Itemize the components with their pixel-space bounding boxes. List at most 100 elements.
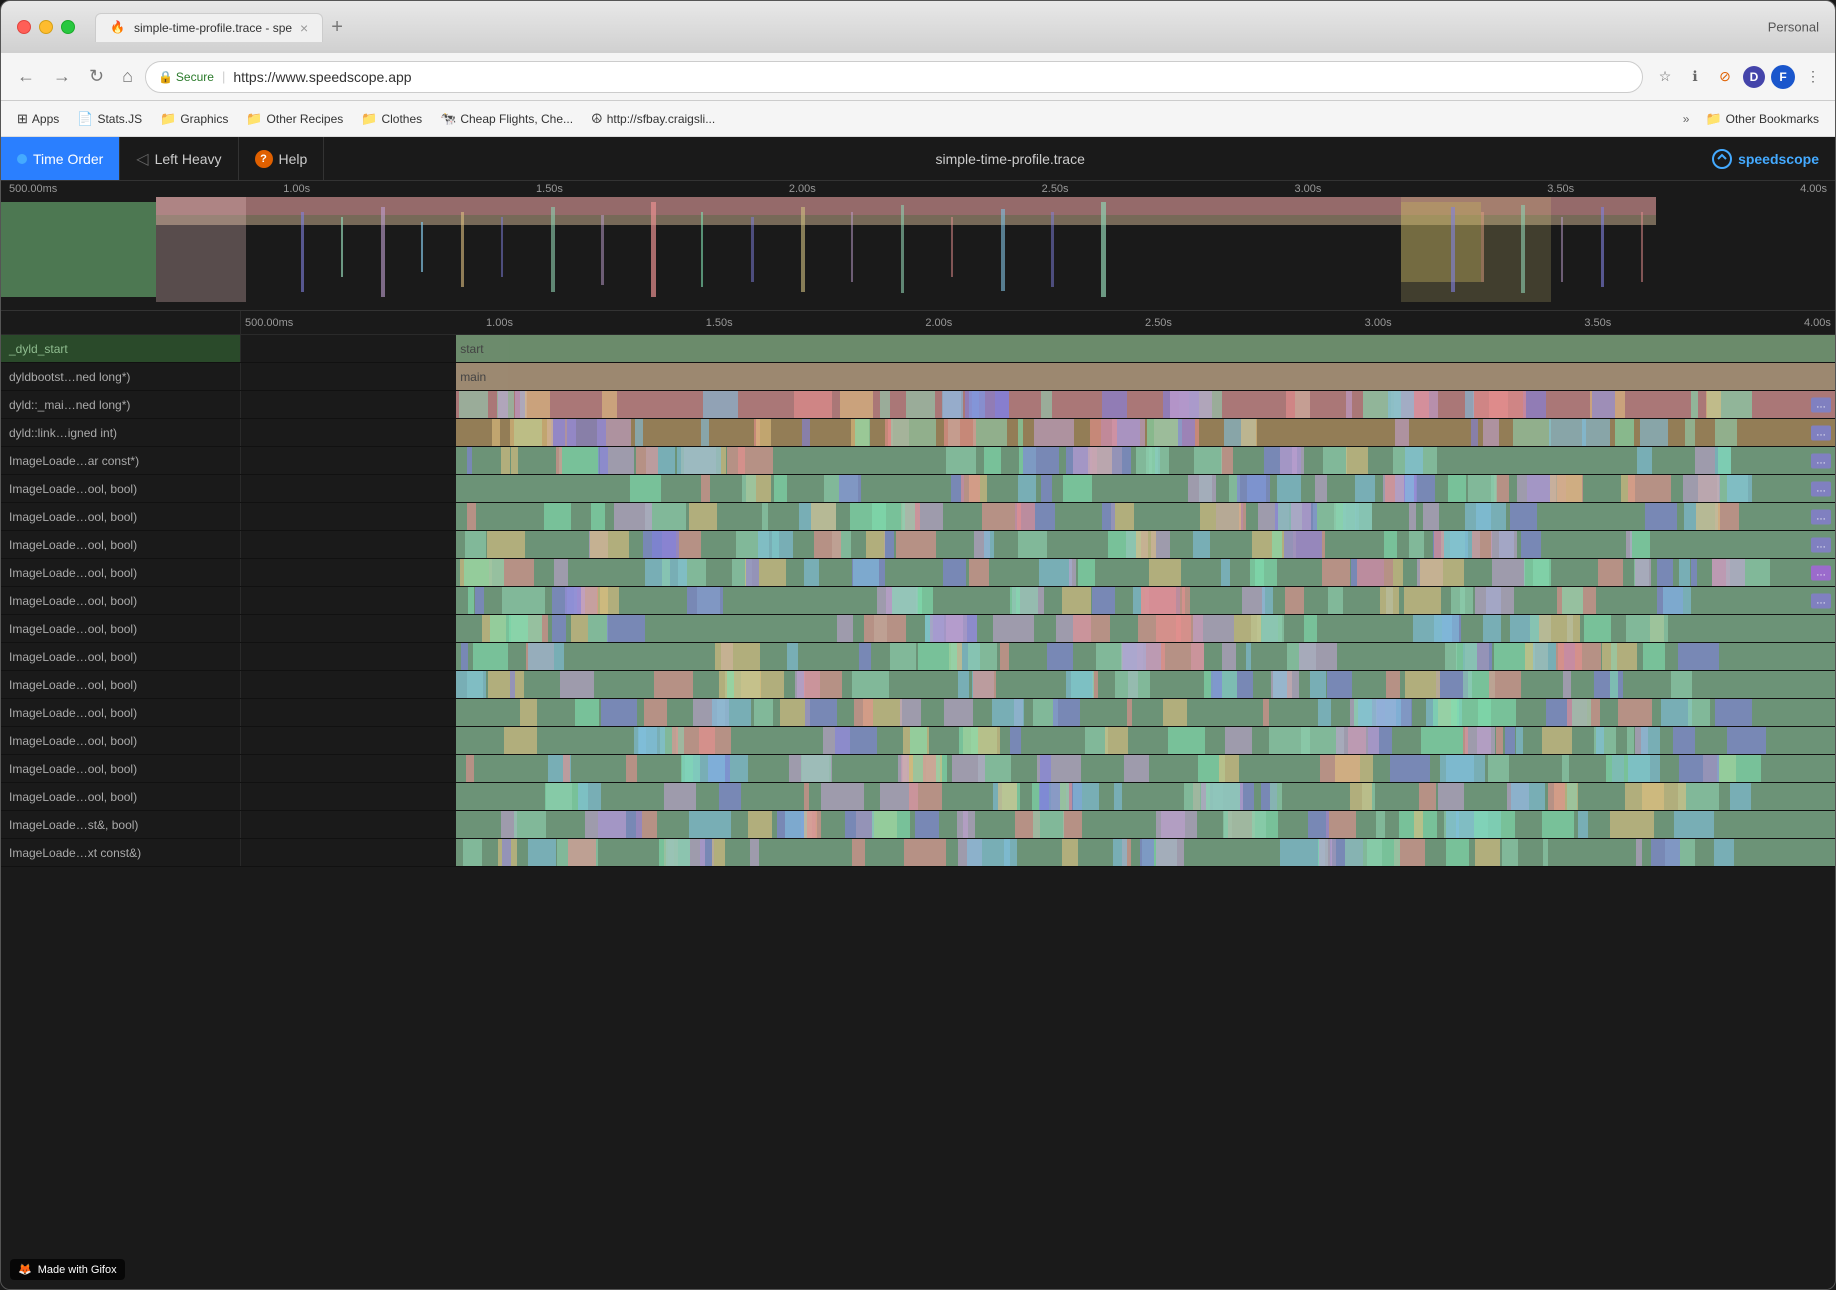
bookmark-graphics-label: Graphics: [180, 112, 228, 126]
active-tab[interactable]: 🔥 simple-time-profile.trace - spe ×: [95, 13, 323, 42]
flame-row[interactable]: ImageLoade…ar const*)…: [1, 447, 1835, 475]
ellipsis-button[interactable]: …: [1811, 537, 1831, 552]
flame-row[interactable]: ImageLoade…ool, bool): [1, 699, 1835, 727]
time-order-label: Time Order: [33, 151, 103, 167]
ellipsis-button[interactable]: …: [1811, 565, 1831, 580]
bookmark-flights[interactable]: 🐄 Cheap Flights, Che...: [432, 108, 581, 130]
home-button[interactable]: ⌂: [116, 62, 139, 91]
flame-row[interactable]: ImageLoade…ool, bool): [1, 615, 1835, 643]
view-tabs: Time Order ◁ Left Heavy ? Help: [1, 137, 324, 180]
time-label-2s: 2.00s: [789, 183, 816, 195]
flame-row[interactable]: ImageLoade…ool, bool): [1, 727, 1835, 755]
more-bookmarks[interactable]: »: [1677, 109, 1696, 129]
tab-close-button[interactable]: ×: [300, 20, 308, 36]
left-heavy-tab[interactable]: ◁ Left Heavy: [120, 137, 238, 180]
back-button[interactable]: ←: [11, 62, 41, 91]
flame-row[interactable]: ImageLoade…ool, bool)…: [1, 475, 1835, 503]
ellipsis-button[interactable]: …: [1811, 509, 1831, 524]
flame-row[interactable]: ImageLoade…ool, bool) …: [1, 531, 1835, 559]
bookmark-craigslist[interactable]: ☮ http://sfbay.craigsli...: [583, 108, 723, 130]
row-bars: [241, 699, 1835, 726]
flame-row[interactable]: ImageLoade…st&, bool): [1, 811, 1835, 839]
ellipsis-button[interactable]: …: [1811, 593, 1831, 608]
speedscope-icon: [1712, 149, 1732, 169]
secure-label: Secure: [176, 70, 214, 84]
flame-row[interactable]: ImageLoade…ool, bool): [1, 755, 1835, 783]
row-bars: start: [241, 335, 1835, 362]
bookmark-graphics[interactable]: 📁 Graphics: [152, 108, 236, 130]
row-bars: main: [241, 363, 1835, 390]
file-title: simple-time-profile.trace: [324, 151, 1696, 167]
bookmark-other[interactable]: 📁 Other Bookmarks: [1697, 108, 1827, 130]
flame-row[interactable]: ImageLoade…xt const&): [1, 839, 1835, 867]
forward-button[interactable]: →: [47, 62, 77, 91]
flame-row[interactable]: ImageLoade…ool, bool): [1, 643, 1835, 671]
row-bar: start: [456, 335, 1835, 362]
info-icon[interactable]: ℹ: [1683, 65, 1707, 89]
help-tab[interactable]: ? Help: [239, 137, 325, 180]
user-f-icon[interactable]: F: [1771, 65, 1795, 89]
secure-indicator: 🔒 Secure: [158, 70, 214, 84]
time-order-tab[interactable]: Time Order: [1, 137, 120, 180]
flame-row[interactable]: ImageLoade…ool, bool)…: [1, 503, 1835, 531]
timeline-overview[interactable]: 500.00ms 1.00s 1.50s 2.00s 2.50s 3.00s 3…: [1, 181, 1835, 311]
craigslist-icon: ☮: [591, 111, 603, 127]
minimize-button[interactable]: [39, 20, 53, 34]
more-menu-icon[interactable]: ⋮: [1801, 65, 1825, 89]
bookmark-star-icon[interactable]: ☆: [1653, 65, 1677, 89]
user-d-icon[interactable]: D: [1743, 66, 1765, 88]
bookmark-apps-label: Apps: [32, 112, 59, 126]
extension-icon[interactable]: ⊘: [1713, 65, 1737, 89]
time-label-500ms: 500.00ms: [9, 183, 57, 195]
flame-row[interactable]: dyld::_mai…ned long*)…: [1, 391, 1835, 419]
flame-row[interactable]: dyldbootst…ned long*)main: [1, 363, 1835, 391]
row-bars: [241, 755, 1835, 782]
bookmark-recipes-label: Other Recipes: [267, 112, 344, 126]
maximize-button[interactable]: [61, 20, 75, 34]
overview-time-axis: 500.00ms 1.00s 1.50s 2.00s 2.50s 3.00s 3…: [1, 181, 1835, 197]
tab-bar: 🔥 simple-time-profile.trace - spe × +: [95, 13, 1819, 42]
overview-canvas[interactable]: [1, 197, 1835, 302]
flame-row[interactable]: dyld::link…igned int) …: [1, 419, 1835, 447]
other-bookmarks-folder-icon: 📁: [1705, 111, 1721, 127]
speedscope-label: speedscope: [1738, 151, 1819, 167]
fg-time-1s: 1.00s: [486, 317, 513, 329]
flame-row[interactable]: ImageLoade…ool, bool): [1, 671, 1835, 699]
flame-row[interactable]: ImageLoade…ool, bool): [1, 783, 1835, 811]
left-heavy-label: Left Heavy: [155, 151, 222, 167]
row-bars: …: [241, 531, 1835, 558]
bookmark-other-label: Other Bookmarks: [1726, 112, 1819, 126]
ellipsis-button[interactable]: …: [1811, 397, 1831, 412]
row-bars: …: [241, 419, 1835, 446]
nav-bar: ← → ↻ ⌂ 🔒 Secure | https://www.speedscop…: [1, 53, 1835, 101]
row-label: _dyld_start: [1, 335, 241, 362]
apps-icon: ⊞: [17, 111, 28, 127]
flame-rows[interactable]: _dyld_start startdyldbootst…ned long*)mai…: [1, 335, 1835, 1289]
flame-row[interactable]: ImageLoade…ool, bool) …: [1, 559, 1835, 587]
row-label: ImageLoade…ool, bool): [1, 531, 241, 558]
row-label: dyld::link…igned int): [1, 419, 241, 446]
bookmark-stats[interactable]: 📄 Stats.JS: [69, 108, 150, 130]
row-bars: …: [241, 475, 1835, 502]
reload-button[interactable]: ↻: [83, 62, 110, 91]
bookmark-recipes[interactable]: 📁 Other Recipes: [238, 108, 351, 130]
flame-row[interactable]: _dyld_start start: [1, 335, 1835, 363]
row-bars: [241, 727, 1835, 754]
address-bar[interactable]: 🔒 Secure | https://www.speedscope.app: [145, 61, 1643, 93]
bookmark-clothes[interactable]: 📁 Clothes: [353, 108, 430, 130]
ellipsis-button[interactable]: …: [1811, 453, 1831, 468]
time-label-4s: 4.00s: [1800, 183, 1827, 195]
row-label: ImageLoade…ool, bool): [1, 559, 241, 586]
close-button[interactable]: [17, 20, 31, 34]
ellipsis-button[interactable]: …: [1811, 481, 1831, 496]
row-bars: [241, 811, 1835, 838]
profile-label: Personal: [1768, 20, 1819, 35]
bookmark-apps[interactable]: ⊞ Apps: [9, 108, 67, 130]
flame-row[interactable]: ImageLoade…ool, bool) …: [1, 587, 1835, 615]
fg-time-4s: 4.00s: [1804, 317, 1831, 329]
row-label: ImageLoade…ool, bool): [1, 587, 241, 614]
bookmark-stats-label: Stats.JS: [97, 112, 142, 126]
ellipsis-button[interactable]: …: [1811, 425, 1831, 440]
bookmark-clothes-label: Clothes: [381, 112, 422, 126]
new-tab-button[interactable]: +: [323, 16, 351, 39]
